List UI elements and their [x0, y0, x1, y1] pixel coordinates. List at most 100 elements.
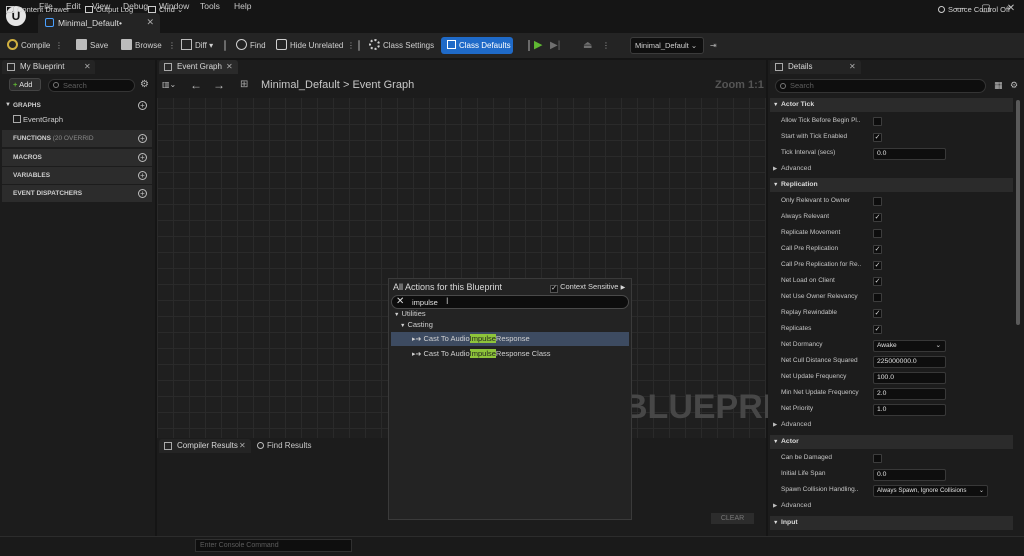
action-item[interactable]: ▸➜ Cast To AudioImpulseResponse	[391, 332, 629, 346]
close-icon[interactable]: ✕	[849, 60, 856, 74]
checkbox[interactable]: ✓	[873, 277, 882, 286]
compile-icon	[7, 39, 18, 50]
add-variable-icon[interactable]: +	[138, 171, 147, 180]
checkbox[interactable]: ✓	[873, 133, 882, 142]
debug-object-dropdown[interactable]: Minimal_Default ⌄	[630, 37, 704, 54]
hide-unrelated-button[interactable]: Hide Unrelated	[276, 39, 343, 52]
class-settings-button[interactable]: Class Settings	[369, 39, 434, 52]
diff-button[interactable]: Diff ▾	[181, 39, 213, 52]
net-update-frequency-field[interactable]: 100.0	[873, 372, 946, 384]
browse-button[interactable]: Browse	[121, 39, 162, 52]
menu-tools[interactable]: Tools	[200, 0, 220, 12]
category-casting[interactable]: ▼ Casting	[391, 319, 629, 331]
chevron-down-icon: ⌄	[978, 487, 984, 494]
details-scrollbar[interactable]	[1016, 100, 1020, 325]
checkbox[interactable]	[873, 117, 882, 126]
close-icon[interactable]: ✕	[239, 439, 246, 453]
close-icon[interactable]: ✕	[146, 17, 154, 28]
eject-icon[interactable]: ⏏	[583, 39, 592, 52]
net-dormancy-dropdown[interactable]: Awake ⌄	[873, 340, 946, 352]
tab-event-graph[interactable]: Event Graph ✕	[159, 60, 238, 74]
source-control-button[interactable]: Source Control Off	[938, 4, 1010, 16]
section-replication[interactable]: ▼ Replication	[770, 178, 1013, 192]
add-macro-icon[interactable]: +	[138, 153, 147, 162]
content-drawer-icon	[6, 6, 14, 13]
functions-section[interactable]: FUNCTIONS (20 OVERRID +	[2, 130, 152, 147]
spawn-collision-dropdown[interactable]: Always Spawn, Ignore Collisions ⌄	[873, 485, 988, 497]
section-input[interactable]: ▼ Input	[770, 516, 1013, 530]
tab-find-results[interactable]: Find Results	[257, 441, 311, 450]
actions-search-input[interactable]: ✕ impulse I	[391, 295, 629, 309]
browse-options-icon[interactable]: ⋮	[168, 39, 176, 52]
my-blueprint-search[interactable]: Search	[48, 79, 135, 92]
cmd-dropdown[interactable]: Cmd ⌄	[148, 4, 183, 16]
graph-options-icon[interactable]: ▥⌄	[162, 80, 176, 89]
compile-button[interactable]: Compile	[7, 39, 50, 52]
forward-arrow-icon[interactable]: →	[213, 78, 225, 92]
breadcrumb-root[interactable]: Minimal_Default	[261, 79, 340, 91]
event-dispatchers-section[interactable]: EVENT DISPATCHERS +	[2, 185, 152, 202]
content-drawer-button[interactable]: Content Drawer	[6, 4, 70, 16]
checkbox[interactable]: ✓	[873, 309, 882, 318]
section-actor[interactable]: ▼ Actor	[770, 435, 1013, 449]
details-search[interactable]: Search	[775, 79, 986, 93]
tab-compiler-results[interactable]: Compiler Results ✕	[159, 439, 251, 453]
context-sensitive-toggle[interactable]: ✓ Context Sensitive ▶	[550, 282, 625, 293]
compile-options-icon[interactable]: ⋮	[55, 39, 63, 52]
net-cull-distance-field[interactable]: 225000000.0	[873, 356, 946, 368]
advanced-toggle[interactable]: ▶ Advanced	[770, 500, 811, 512]
initial-life-span-field[interactable]: 0.0	[873, 469, 946, 481]
gear-icon[interactable]: ⚙	[140, 79, 149, 90]
prop-label: Start with Tick Enabled	[781, 133, 848, 140]
close-icon[interactable]: ✕	[84, 60, 91, 74]
document-tab[interactable]: Minimal_Default• ✕	[38, 13, 160, 33]
checkbox[interactable]: ✓	[873, 245, 882, 254]
gear-icon	[369, 39, 380, 50]
min-net-update-frequency-field[interactable]: 2.0	[873, 388, 946, 400]
checkbox[interactable]	[873, 229, 882, 238]
graph-icon	[13, 115, 21, 123]
checkbox[interactable]: ✓	[873, 325, 882, 334]
event-graph-item[interactable]: EventGraph	[13, 115, 63, 124]
add-dispatcher-icon[interactable]: +	[138, 189, 147, 198]
collapse-arrow-icon: ▼	[773, 102, 779, 108]
checkbox[interactable]	[873, 293, 882, 302]
play-options-icon[interactable]: ⋮	[602, 39, 610, 52]
clear-button[interactable]: CLEAR	[711, 513, 754, 524]
net-priority-field[interactable]: 1.0	[873, 404, 946, 416]
advanced-toggle[interactable]: ▶ Advanced	[770, 163, 811, 175]
checkbox[interactable]	[873, 197, 882, 206]
class-defaults-button[interactable]: Class Defaults	[441, 37, 513, 54]
checkbox[interactable]: ✓	[873, 261, 882, 270]
checkbox[interactable]: ✓	[873, 213, 882, 222]
tab-my-blueprint[interactable]: My Blueprint ✕	[2, 60, 95, 74]
prop-label: Net Priority	[781, 405, 814, 412]
graphs-section[interactable]: ▼ GRAPHS +	[2, 97, 152, 114]
section-actor-tick[interactable]: ▼ Actor Tick	[770, 98, 1013, 112]
save-button[interactable]: Save	[76, 39, 108, 52]
play-icon[interactable]: ▶	[534, 39, 542, 52]
table-view-icon[interactable]: ▦	[994, 80, 1003, 91]
add-graph-icon[interactable]: +	[138, 101, 147, 110]
advanced-toggle[interactable]: ▶ Advanced	[770, 419, 811, 431]
settings-icon[interactable]: ⚙	[1010, 80, 1018, 91]
checkbox[interactable]	[873, 454, 882, 463]
clear-search-icon[interactable]: ✕	[396, 296, 404, 308]
tab-details[interactable]: Details ✕	[770, 60, 861, 74]
variables-section[interactable]: VARIABLES +	[2, 167, 152, 184]
plus-icon: +	[13, 80, 18, 89]
hide-options-icon[interactable]: ⋮	[347, 39, 355, 52]
menu-help[interactable]: Help	[234, 0, 251, 12]
action-item[interactable]: ▸➜ Cast To AudioImpulseResponse Class	[391, 347, 629, 361]
add-function-icon[interactable]: +	[138, 134, 147, 143]
console-input[interactable]: Enter Console Command	[195, 539, 352, 552]
macros-section[interactable]: MACROS +	[2, 149, 152, 166]
output-log-button[interactable]: Output Log	[85, 4, 133, 16]
debug-nav-icon[interactable]: ⇥	[710, 39, 717, 52]
step-icon[interactable]: ▶|	[550, 39, 560, 52]
add-button[interactable]: + Add	[9, 78, 41, 91]
find-button[interactable]: Find	[236, 39, 266, 52]
close-icon[interactable]: ✕	[226, 60, 233, 74]
tick-interval-field[interactable]: 0.0	[873, 148, 946, 160]
back-arrow-icon[interactable]: ←	[190, 78, 202, 92]
